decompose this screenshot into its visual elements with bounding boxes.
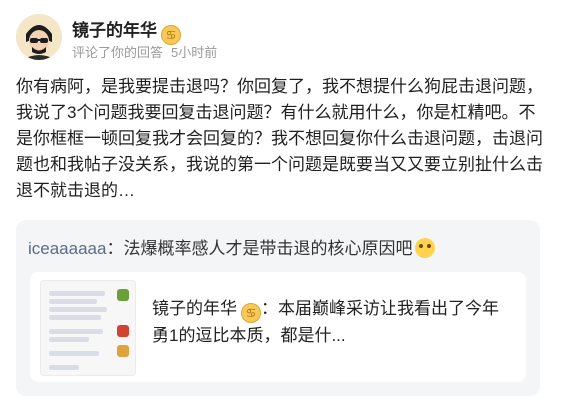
post-thumbnail xyxy=(40,280,136,376)
quoted-reply: iceaaaaaa：法爆概率感人才是带击退的核心原因吧 xyxy=(28,234,528,259)
avatar-illustration-icon xyxy=(16,14,62,60)
smirk-emoji-icon xyxy=(415,238,436,258)
cancer-zodiac-icon: ♋ xyxy=(241,303,261,323)
quoted-reply-box[interactable]: iceaaaaaa：法爆概率感人才是带击退的核心原因吧 镜子的年华 ♋ ：本届巅峰采… xyxy=(16,220,540,396)
comment-header: 镜子的年华 ♋ 评论了你的回答 5小时前 xyxy=(16,14,536,62)
action-text: 评论了你的回答 xyxy=(72,45,164,60)
original-post-card[interactable]: 镜子的年华 ♋ ：本届巅峰采访让我看出了今年勇1的逗比本质，都是什... xyxy=(30,272,526,382)
timestamp: 5小时前 xyxy=(171,45,218,60)
post-author-name: 镜子的年华 xyxy=(152,299,237,318)
post-separator: ： xyxy=(261,299,278,318)
quote-separator: ： xyxy=(106,239,124,258)
comment-body[interactable]: 你有病阿，是我要提击退吗？你回复了，我不想提什么狗屁击退问题，我说了3个问题我要… xyxy=(16,74,548,204)
post-preview-text: 镜子的年华 ♋ ：本届巅峰采访让我看出了今年勇1的逗比本质，都是什... xyxy=(152,296,512,349)
comment-meta: 评论了你的回答 5小时前 xyxy=(72,42,217,61)
user-name[interactable]: 镜子的年华 xyxy=(72,21,157,40)
quoted-user-name[interactable]: iceaaaaaa xyxy=(28,239,106,258)
user-name-line: 镜子的年华 ♋ xyxy=(72,16,181,45)
quoted-text: 法爆概率感人才是带击退的核心原因吧 xyxy=(123,239,413,258)
user-avatar[interactable] xyxy=(16,14,62,60)
